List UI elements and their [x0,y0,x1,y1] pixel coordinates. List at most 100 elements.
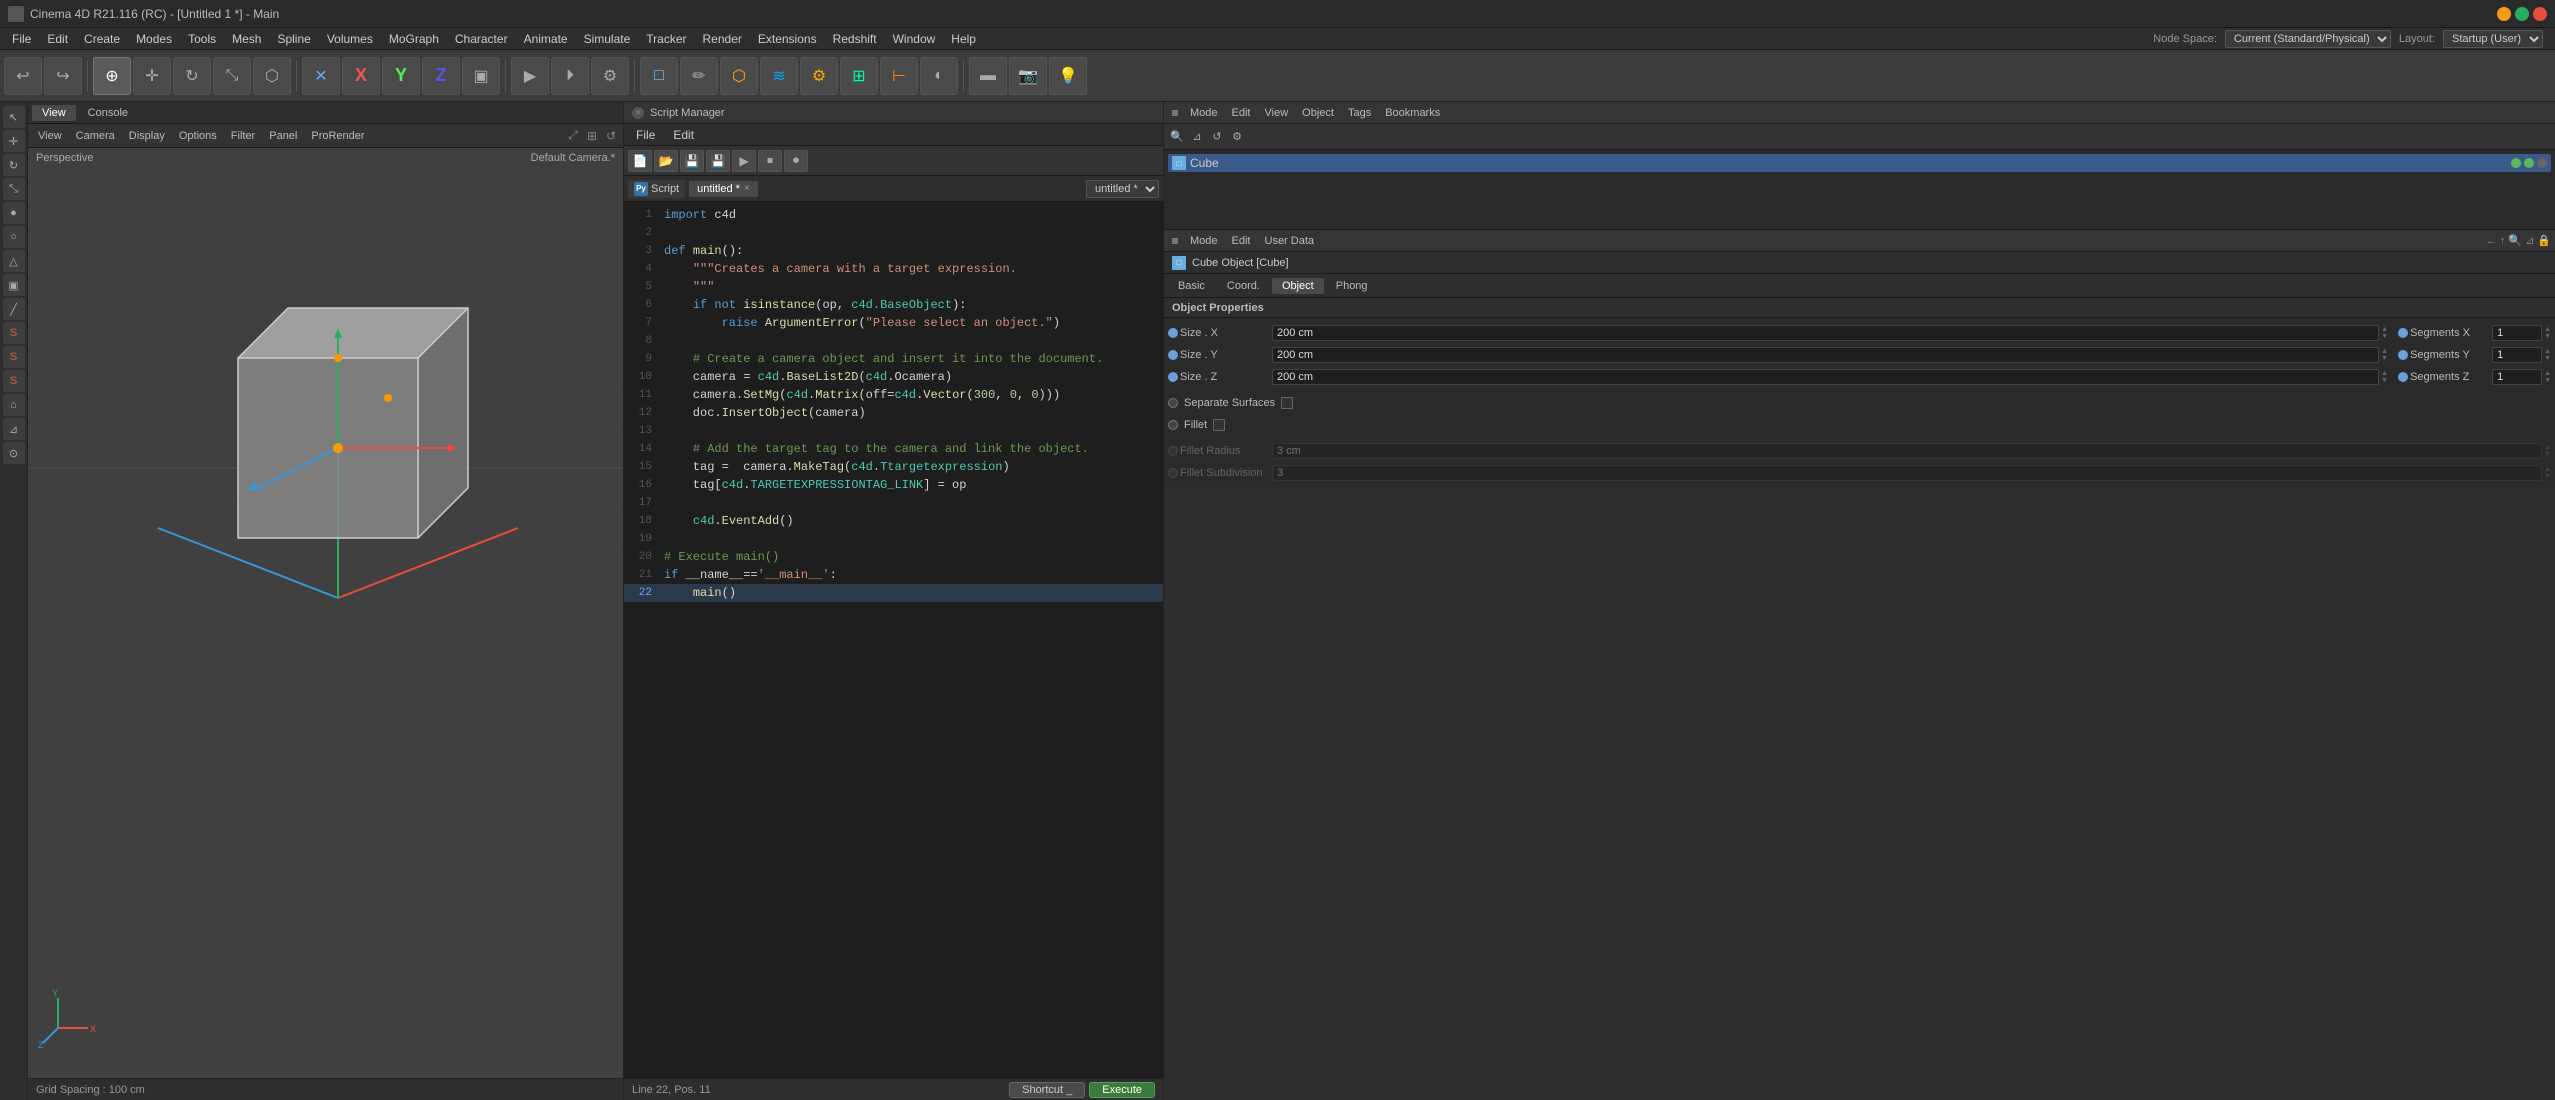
vp-menu-prorender[interactable]: ProRender [305,129,370,143]
sidebar-s7[interactable]: S [3,346,25,368]
attr-fillet-radius-radio[interactable] [1168,446,1178,456]
obj-tags-btn[interactable]: Tags [1342,106,1377,120]
sidebar-s6[interactable]: S [3,322,25,344]
obj-settings-icon[interactable]: ⚙ [1228,128,1246,146]
menu-volumes[interactable]: Volumes [319,30,381,48]
viewport-canvas[interactable]: Perspective Default Camera.* [28,148,623,1078]
vp-refresh-icon[interactable]: ↺ [603,128,619,144]
menu-modes[interactable]: Modes [128,30,180,48]
sidebar-s11[interactable]: ⊙ [3,442,25,464]
cube-vis-render[interactable] [2524,158,2534,168]
attr-size-z-spinner[interactable]: ▲▼ [2381,370,2388,384]
attr-up-icon[interactable]: ↑ [2500,235,2506,247]
sidebar-s3[interactable]: △ [3,250,25,272]
nurbs-btn[interactable]: ⬡ [720,57,758,95]
attr-separate-checkbox[interactable] [1281,397,1293,409]
attr-userdata-btn[interactable]: User Data [1259,234,1321,248]
script-tab-close[interactable]: × [744,183,750,194]
cube-vis-editor[interactable] [2511,158,2521,168]
vp-menu-camera[interactable]: Camera [70,129,121,143]
menu-render[interactable]: Render [695,30,750,48]
attr-size-y-spinner[interactable]: ▲▼ [2381,348,2388,362]
menu-create[interactable]: Create [76,30,128,48]
obj-filter-icon[interactable]: ⊿ [1188,128,1206,146]
attr-fillet-subdiv-field[interactable]: 3 [1272,465,2542,481]
move-tool[interactable]: ✛ [133,57,171,95]
attr-fillet-radio[interactable] [1168,420,1178,430]
vp-menu-options[interactable]: Options [173,129,223,143]
attr-seg-y-radio[interactable] [2398,350,2408,360]
obj-bookmarks-btn[interactable]: Bookmarks [1379,106,1446,120]
menu-extensions[interactable]: Extensions [750,30,825,48]
vp-menu-view[interactable]: View [32,129,68,143]
menu-simulate[interactable]: Simulate [576,30,639,48]
attr-seg-x-spinner[interactable]: ▲▼ [2544,326,2551,340]
attr-fillet-subdiv-spinner[interactable]: ▲▼ [2544,466,2551,480]
attr-lock-icon[interactable]: 🔒 [2537,234,2551,247]
cube-btn[interactable]: □ [640,57,678,95]
mode-x[interactable]: X [342,57,380,95]
script-selector[interactable]: untitled * [1086,180,1159,198]
menu-spline[interactable]: Spline [269,30,318,48]
deform-btn[interactable]: ≋ [760,57,798,95]
close-button[interactable] [2533,7,2547,21]
sidebar-s1[interactable]: ● [3,202,25,224]
attr-size-z-radio[interactable] [1168,372,1178,382]
menu-window[interactable]: Window [885,30,944,48]
obj-mgr-menu-icon[interactable]: ≡ [1168,106,1182,120]
redo-button[interactable]: ↪ [44,57,82,95]
menu-tools[interactable]: Tools [180,30,224,48]
camera-btn[interactable]: 📷 [1009,57,1047,95]
menu-file[interactable]: File [4,30,39,48]
sidebar-move[interactable]: ✛ [3,130,25,152]
render-to-pic[interactable]: ▣ [462,57,500,95]
attr-fillet-subdiv-radio[interactable] [1168,468,1178,478]
light-btn[interactable]: 💡 [1049,57,1087,95]
sidebar-s8[interactable]: S [3,370,25,392]
attr-seg-y-spinner[interactable]: ▲▼ [2544,348,2551,362]
floor-btn[interactable]: ▬ [969,57,1007,95]
menu-help[interactable]: Help [943,30,984,48]
vp-menu-panel[interactable]: Panel [263,129,303,143]
attr-size-x-spinner[interactable]: ▲▼ [2381,326,2388,340]
menu-redshift[interactable]: Redshift [825,30,885,48]
pen-btn[interactable]: ✏ [680,57,718,95]
sidebar-s5[interactable]: ╱ [3,298,25,320]
sidebar-rotate[interactable]: ↻ [3,154,25,176]
attr-edit-btn[interactable]: Edit [1226,234,1257,248]
script-menu-file[interactable]: File [628,126,663,144]
script-save[interactable]: 💾 [680,150,704,172]
select-tool[interactable]: ⊕ [93,57,131,95]
node-space-select[interactable]: Current (Standard/Physical) [2225,30,2391,48]
script-new[interactable]: 📄 [628,150,652,172]
attr-seg-z-field[interactable]: 1 [2492,369,2542,385]
render-settings[interactable]: ⚙ [591,57,629,95]
obj-search-icon[interactable]: 🔍 [1168,128,1186,146]
title-bar-controls[interactable] [2497,7,2547,21]
obj-view-btn[interactable]: View [1259,106,1295,120]
tab-view[interactable]: View [32,105,76,121]
attr-size-z-field[interactable]: 200 cm [1272,369,2379,385]
vp-menu-filter[interactable]: Filter [225,129,261,143]
script-play[interactable]: ▶ [732,150,756,172]
cube-vis-3[interactable] [2537,158,2547,168]
script-file-tab[interactable]: untitled * × [689,181,758,197]
attr-tab-basic[interactable]: Basic [1168,278,1215,294]
script-open[interactable]: 📂 [654,150,678,172]
execute-button[interactable]: Execute [1089,1082,1155,1098]
obj-edit-btn[interactable]: Edit [1226,106,1257,120]
vp-menu-display[interactable]: Display [123,129,171,143]
attr-tab-object[interactable]: Object [1272,278,1324,294]
attr-seg-z-spinner[interactable]: ▲▼ [2544,370,2551,384]
select-btn[interactable]: ◐ [920,57,958,95]
object-list[interactable]: □ Cube [1164,150,2555,230]
code-editor[interactable]: 1 import c4d 2 3 def main(): 4 """Create… [624,202,1163,1078]
attr-tab-coord[interactable]: Coord. [1217,278,1270,294]
scale-tool[interactable]: ⤡ [213,57,251,95]
mode-y[interactable]: Y [382,57,420,95]
attr-separate-radio[interactable] [1168,398,1178,408]
attr-fillet-checkbox[interactable] [1213,419,1225,431]
effector-btn[interactable]: ⚙ [800,57,838,95]
menu-character[interactable]: Character [447,30,516,48]
maximize-button[interactable] [2515,7,2529,21]
